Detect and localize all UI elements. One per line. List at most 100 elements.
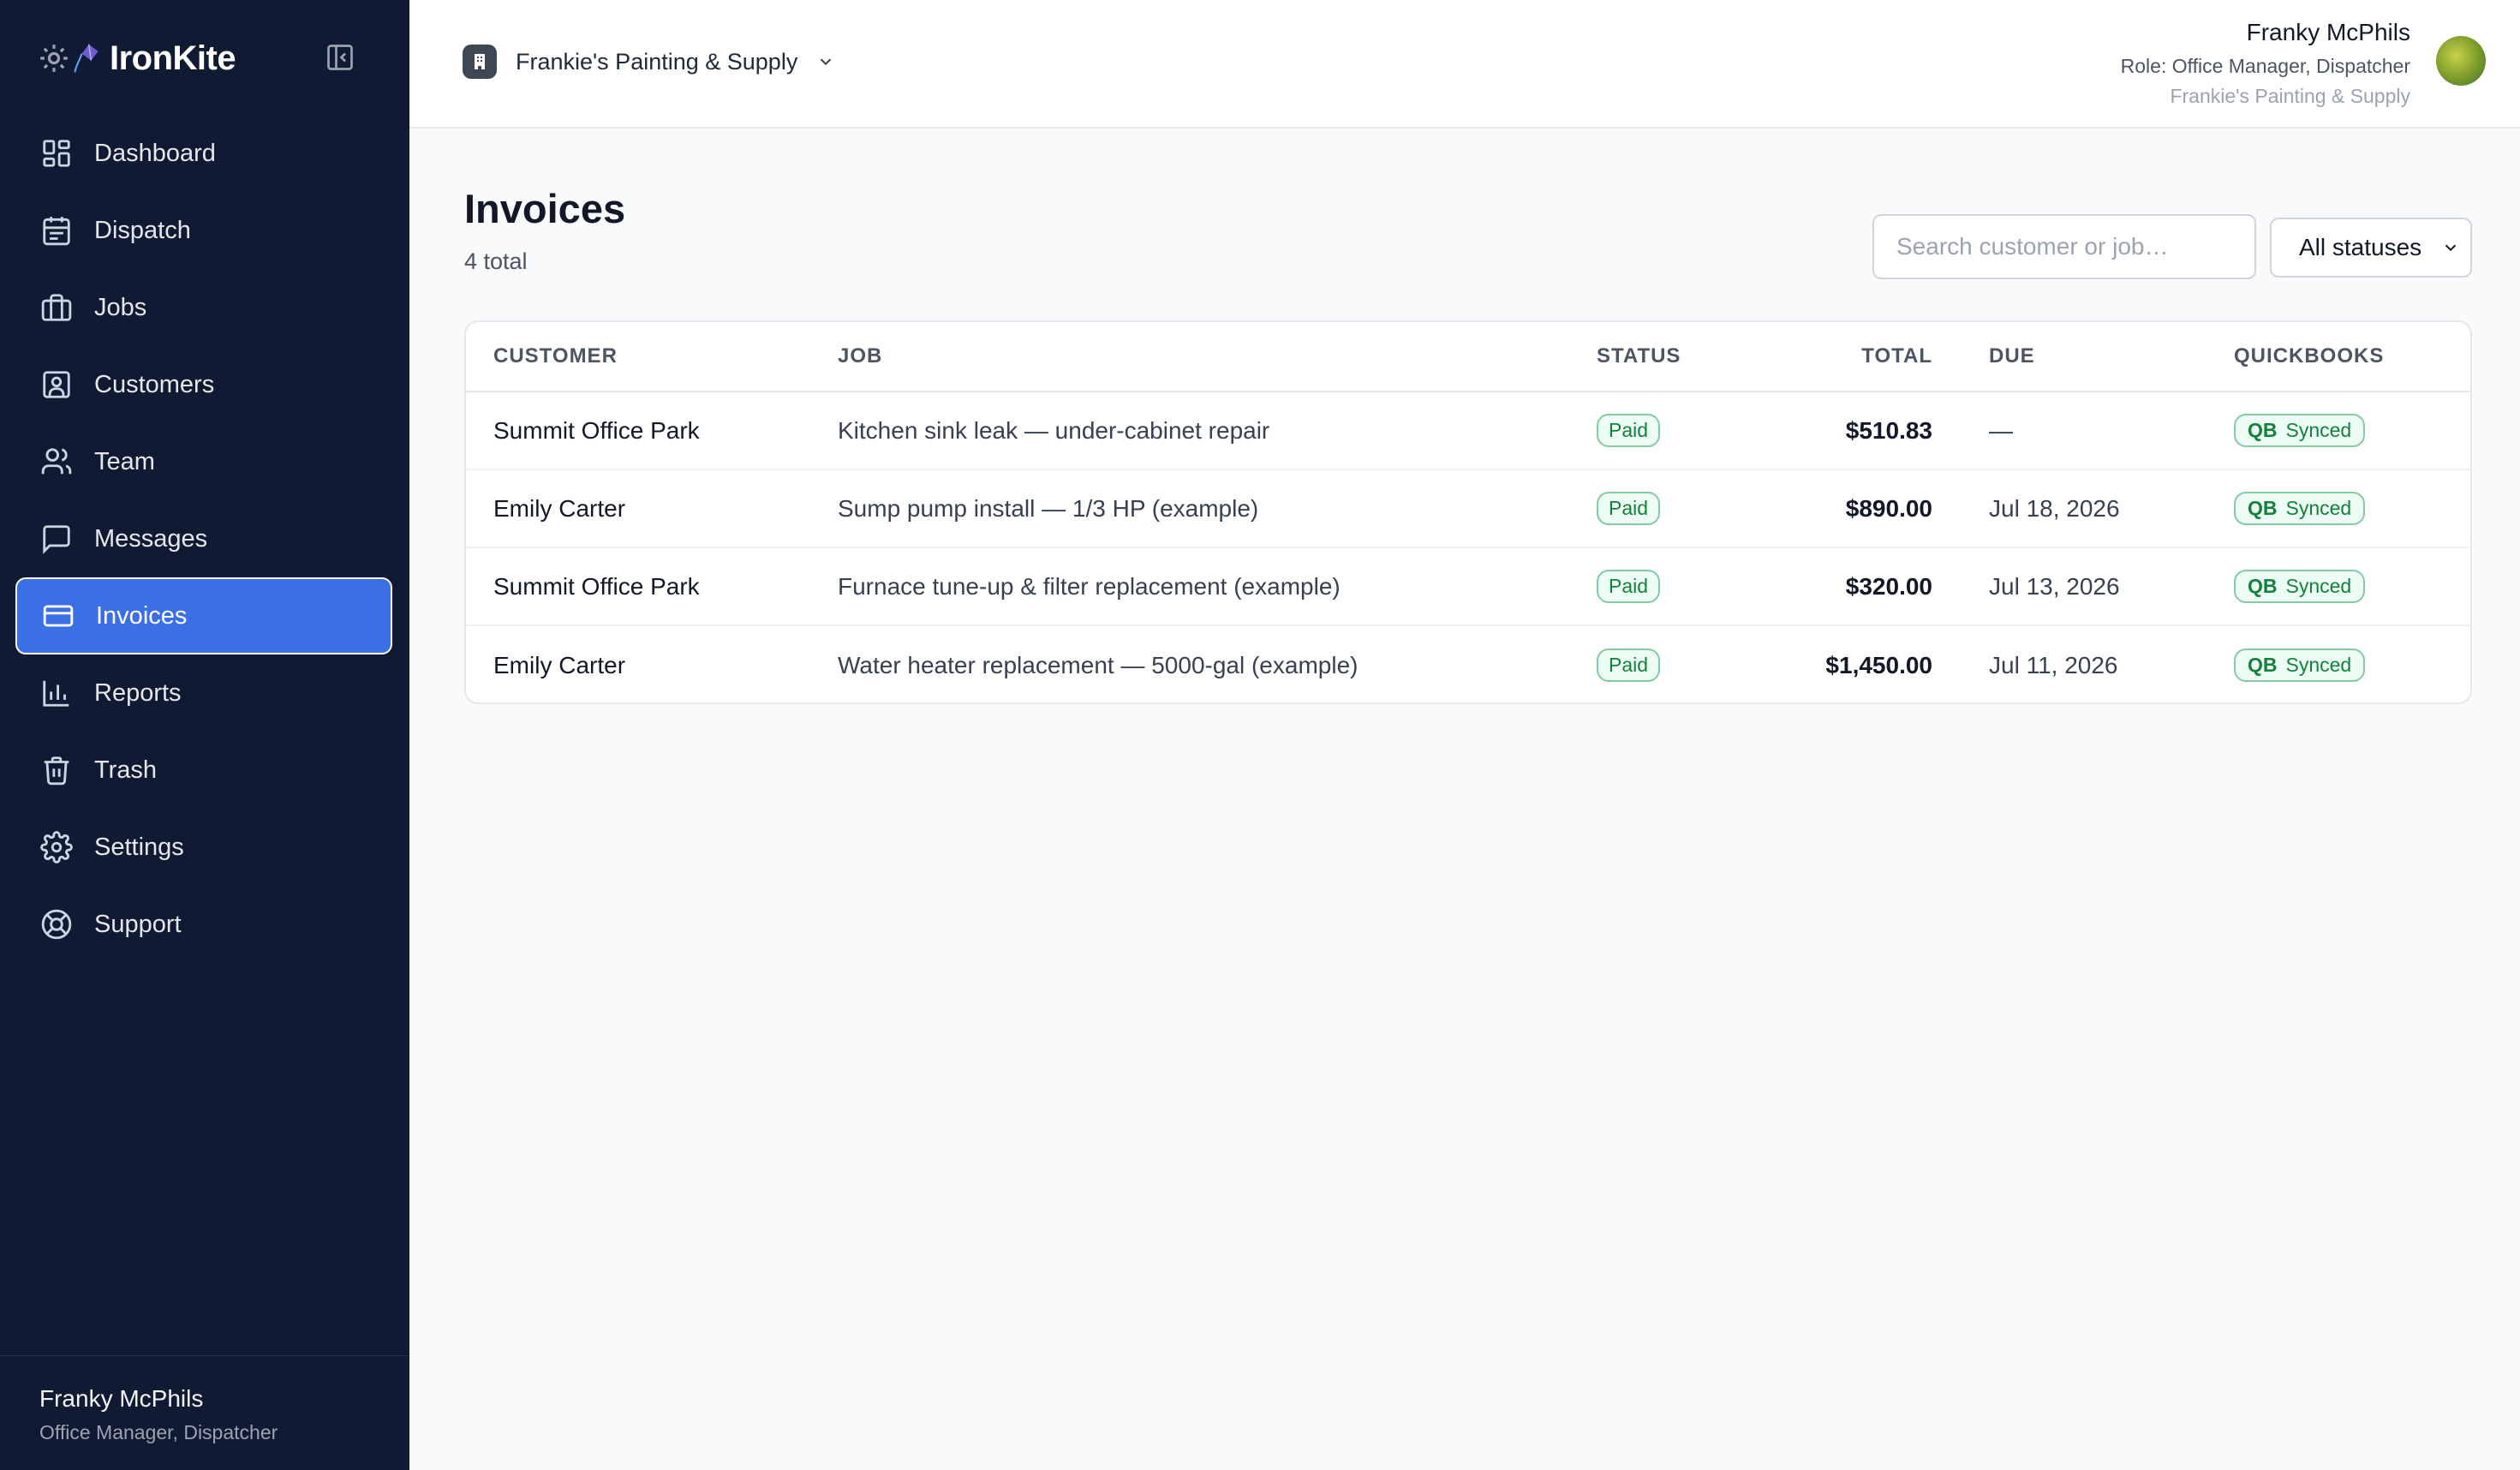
sidebar-collapse-icon xyxy=(327,45,353,70)
sidebar-item-label: Reports xyxy=(94,678,182,707)
sidebar-item-support[interactable]: Support xyxy=(15,886,392,963)
calendar-icon xyxy=(39,213,74,248)
cell-due: Jul 11, 2026 xyxy=(1989,651,2118,678)
qb-tag: QB xyxy=(2248,497,2278,519)
page-title: Invoices xyxy=(464,186,626,231)
sidebar-item-reports[interactable]: Reports xyxy=(15,654,392,732)
cell-customer: Emily Carter xyxy=(493,494,626,522)
status-filter-value: All statuses xyxy=(2299,234,2422,260)
sidebar-user: Franky McPhils Office Manager, Dispatche… xyxy=(0,1355,409,1470)
company-switcher[interactable]: Frankie's Painting & Supply xyxy=(463,43,835,81)
cell-due: Jul 18, 2026 xyxy=(1989,494,2120,522)
contact-card-icon xyxy=(39,368,74,402)
sidebar-item-invoices[interactable]: Invoices xyxy=(15,577,392,654)
status-badge-label: Paid xyxy=(1597,414,1661,447)
qb-status: Synced xyxy=(2285,497,2352,519)
column-header-due[interactable]: DUE xyxy=(1989,322,2035,391)
column-header-job[interactable]: JOB xyxy=(838,322,882,391)
gear-icon xyxy=(39,830,74,864)
sidebar-item-label: Messages xyxy=(94,524,208,553)
cell-job: Kitchen sink leak — under-cabinet repair xyxy=(838,416,1270,444)
sidebar-item-trash[interactable]: Trash xyxy=(15,732,392,809)
sidebar-item-settings[interactable]: Settings xyxy=(15,809,392,886)
sidebar-item-dashboard[interactable]: Dashboard xyxy=(15,115,392,192)
table-row[interactable]: Summit Office Park Furnace tune-up & fil… xyxy=(466,548,2470,626)
avatar[interactable] xyxy=(2436,36,2486,86)
invoices-table: CUSTOMER JOB STATUS TOTAL DUE QUICKBOOKS… xyxy=(464,320,2472,704)
sidebar-item-customers[interactable]: Customers xyxy=(15,346,392,423)
user-company: Frankie's Painting & Supply xyxy=(2170,85,2410,107)
kite-icon xyxy=(74,44,99,73)
search-input[interactable] xyxy=(1872,214,2256,279)
brand-logo xyxy=(38,42,101,75)
message-icon xyxy=(39,522,74,556)
status-badge-label: Paid xyxy=(1597,492,1661,525)
column-header-customer[interactable]: CUSTOMER xyxy=(493,322,618,391)
quickbooks-badge: QB Synced xyxy=(2234,392,2366,469)
sidebar-item-label: Settings xyxy=(94,833,184,861)
cell-due: Jul 13, 2026 xyxy=(1989,572,2120,600)
cell-total: $320.00 xyxy=(1845,572,1932,600)
column-header-status[interactable]: STATUS xyxy=(1597,322,1681,391)
qb-tag: QB xyxy=(2248,575,2278,597)
brand[interactable]: IronKite xyxy=(38,34,236,82)
cell-customer: Emily Carter xyxy=(493,651,626,678)
sidebar-item-jobs[interactable]: Jobs xyxy=(15,269,392,346)
qb-status: Synced xyxy=(2285,654,2352,676)
gear-logo-icon xyxy=(40,45,68,72)
status-badge: Paid xyxy=(1597,470,1661,547)
briefcase-icon xyxy=(39,290,74,325)
cell-job: Water heater replacement — 5000-gal (exa… xyxy=(838,651,1359,678)
dashboard-icon xyxy=(39,136,74,170)
sidebar-user-name: Franky McPhils xyxy=(39,1385,204,1412)
table-row[interactable]: Emily Carter Water heater replacement — … xyxy=(466,626,2470,702)
chevron-down-icon xyxy=(2445,244,2457,252)
invoice-count: 4 total xyxy=(464,248,528,274)
credit-card-icon xyxy=(41,599,75,633)
sidebar-nav: Dashboard Dispatch Jobs Customers Team M… xyxy=(15,115,392,963)
sidebar-item-label: Invoices xyxy=(96,601,188,630)
user-name: Franky McPhils xyxy=(2246,19,2410,45)
lifebuoy-icon xyxy=(39,907,74,941)
sidebar-item-label: Dispatch xyxy=(94,216,191,244)
trash-icon xyxy=(39,753,74,787)
sidebar-item-label: Customers xyxy=(94,370,215,398)
sidebar-item-label: Dashboard xyxy=(94,139,216,167)
status-badge: Paid xyxy=(1597,548,1661,624)
chevron-down-icon xyxy=(821,58,832,66)
sidebar-item-messages[interactable]: Messages xyxy=(15,500,392,577)
cell-job: Sump pump install — 1/3 HP (example) xyxy=(838,494,1259,522)
sidebar-item-label: Trash xyxy=(94,756,158,784)
status-badge: Paid xyxy=(1597,626,1661,702)
qb-tag: QB xyxy=(2248,419,2278,441)
cell-total: $890.00 xyxy=(1845,494,1932,522)
table-row[interactable]: Emily Carter Sump pump install — 1/3 HP … xyxy=(466,470,2470,548)
quickbooks-badge: QB Synced xyxy=(2234,626,2366,702)
cell-total: $1,450.00 xyxy=(1825,651,1932,678)
status-filter-select[interactable]: All statuses xyxy=(2270,218,2472,278)
collapse-sidebar-button[interactable] xyxy=(324,41,356,74)
quickbooks-badge: QB Synced xyxy=(2234,470,2366,547)
sidebar-item-team[interactable]: Team xyxy=(15,423,392,500)
sidebar-item-label: Jobs xyxy=(94,293,147,321)
column-header-quickbooks[interactable]: QUICKBOOKS xyxy=(2234,322,2384,391)
user-info: Franky McPhils Role: Office Manager, Dis… xyxy=(2121,19,2410,108)
cell-customer: Summit Office Park xyxy=(493,572,700,600)
cell-job: Furnace tune-up & filter replacement (ex… xyxy=(838,572,1341,600)
quickbooks-badge: QB Synced xyxy=(2234,548,2366,624)
users-icon xyxy=(39,445,74,479)
company-name: Frankie's Painting & Supply xyxy=(516,48,798,75)
cell-total: $510.83 xyxy=(1845,416,1932,444)
status-badge-label: Paid xyxy=(1597,570,1661,603)
column-header-total[interactable]: TOTAL xyxy=(1861,322,1932,391)
table-row[interactable]: Summit Office Park Kitchen sink leak — u… xyxy=(466,392,2470,470)
qb-status: Synced xyxy=(2285,575,2352,597)
sidebar-item-label: Team xyxy=(94,447,155,475)
cell-due: — xyxy=(1989,416,2013,444)
table-header: CUSTOMER JOB STATUS TOTAL DUE QUICKBOOKS xyxy=(466,322,2470,392)
sidebar: IronKite Dashboard Dispatch Jobs Custome… xyxy=(0,0,409,1470)
qb-tag: QB xyxy=(2248,654,2278,676)
qb-status: Synced xyxy=(2285,419,2352,441)
bar-chart-icon xyxy=(39,676,74,710)
sidebar-item-dispatch[interactable]: Dispatch xyxy=(15,192,392,269)
